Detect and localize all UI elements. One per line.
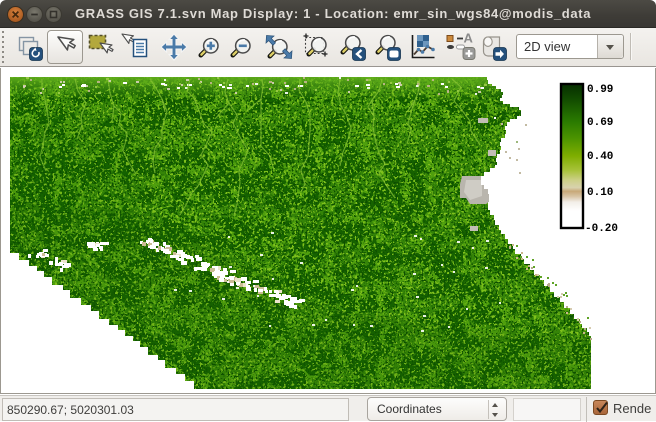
svg-text:0.40: 0.40: [587, 151, 613, 163]
svg-text:0.69: 0.69: [587, 117, 613, 129]
svg-text:0.10: 0.10: [587, 187, 613, 199]
svg-text:A: A: [464, 31, 474, 46]
svg-text:0.99: 0.99: [587, 84, 613, 96]
svg-text:-0.20: -0.20: [585, 223, 618, 234]
